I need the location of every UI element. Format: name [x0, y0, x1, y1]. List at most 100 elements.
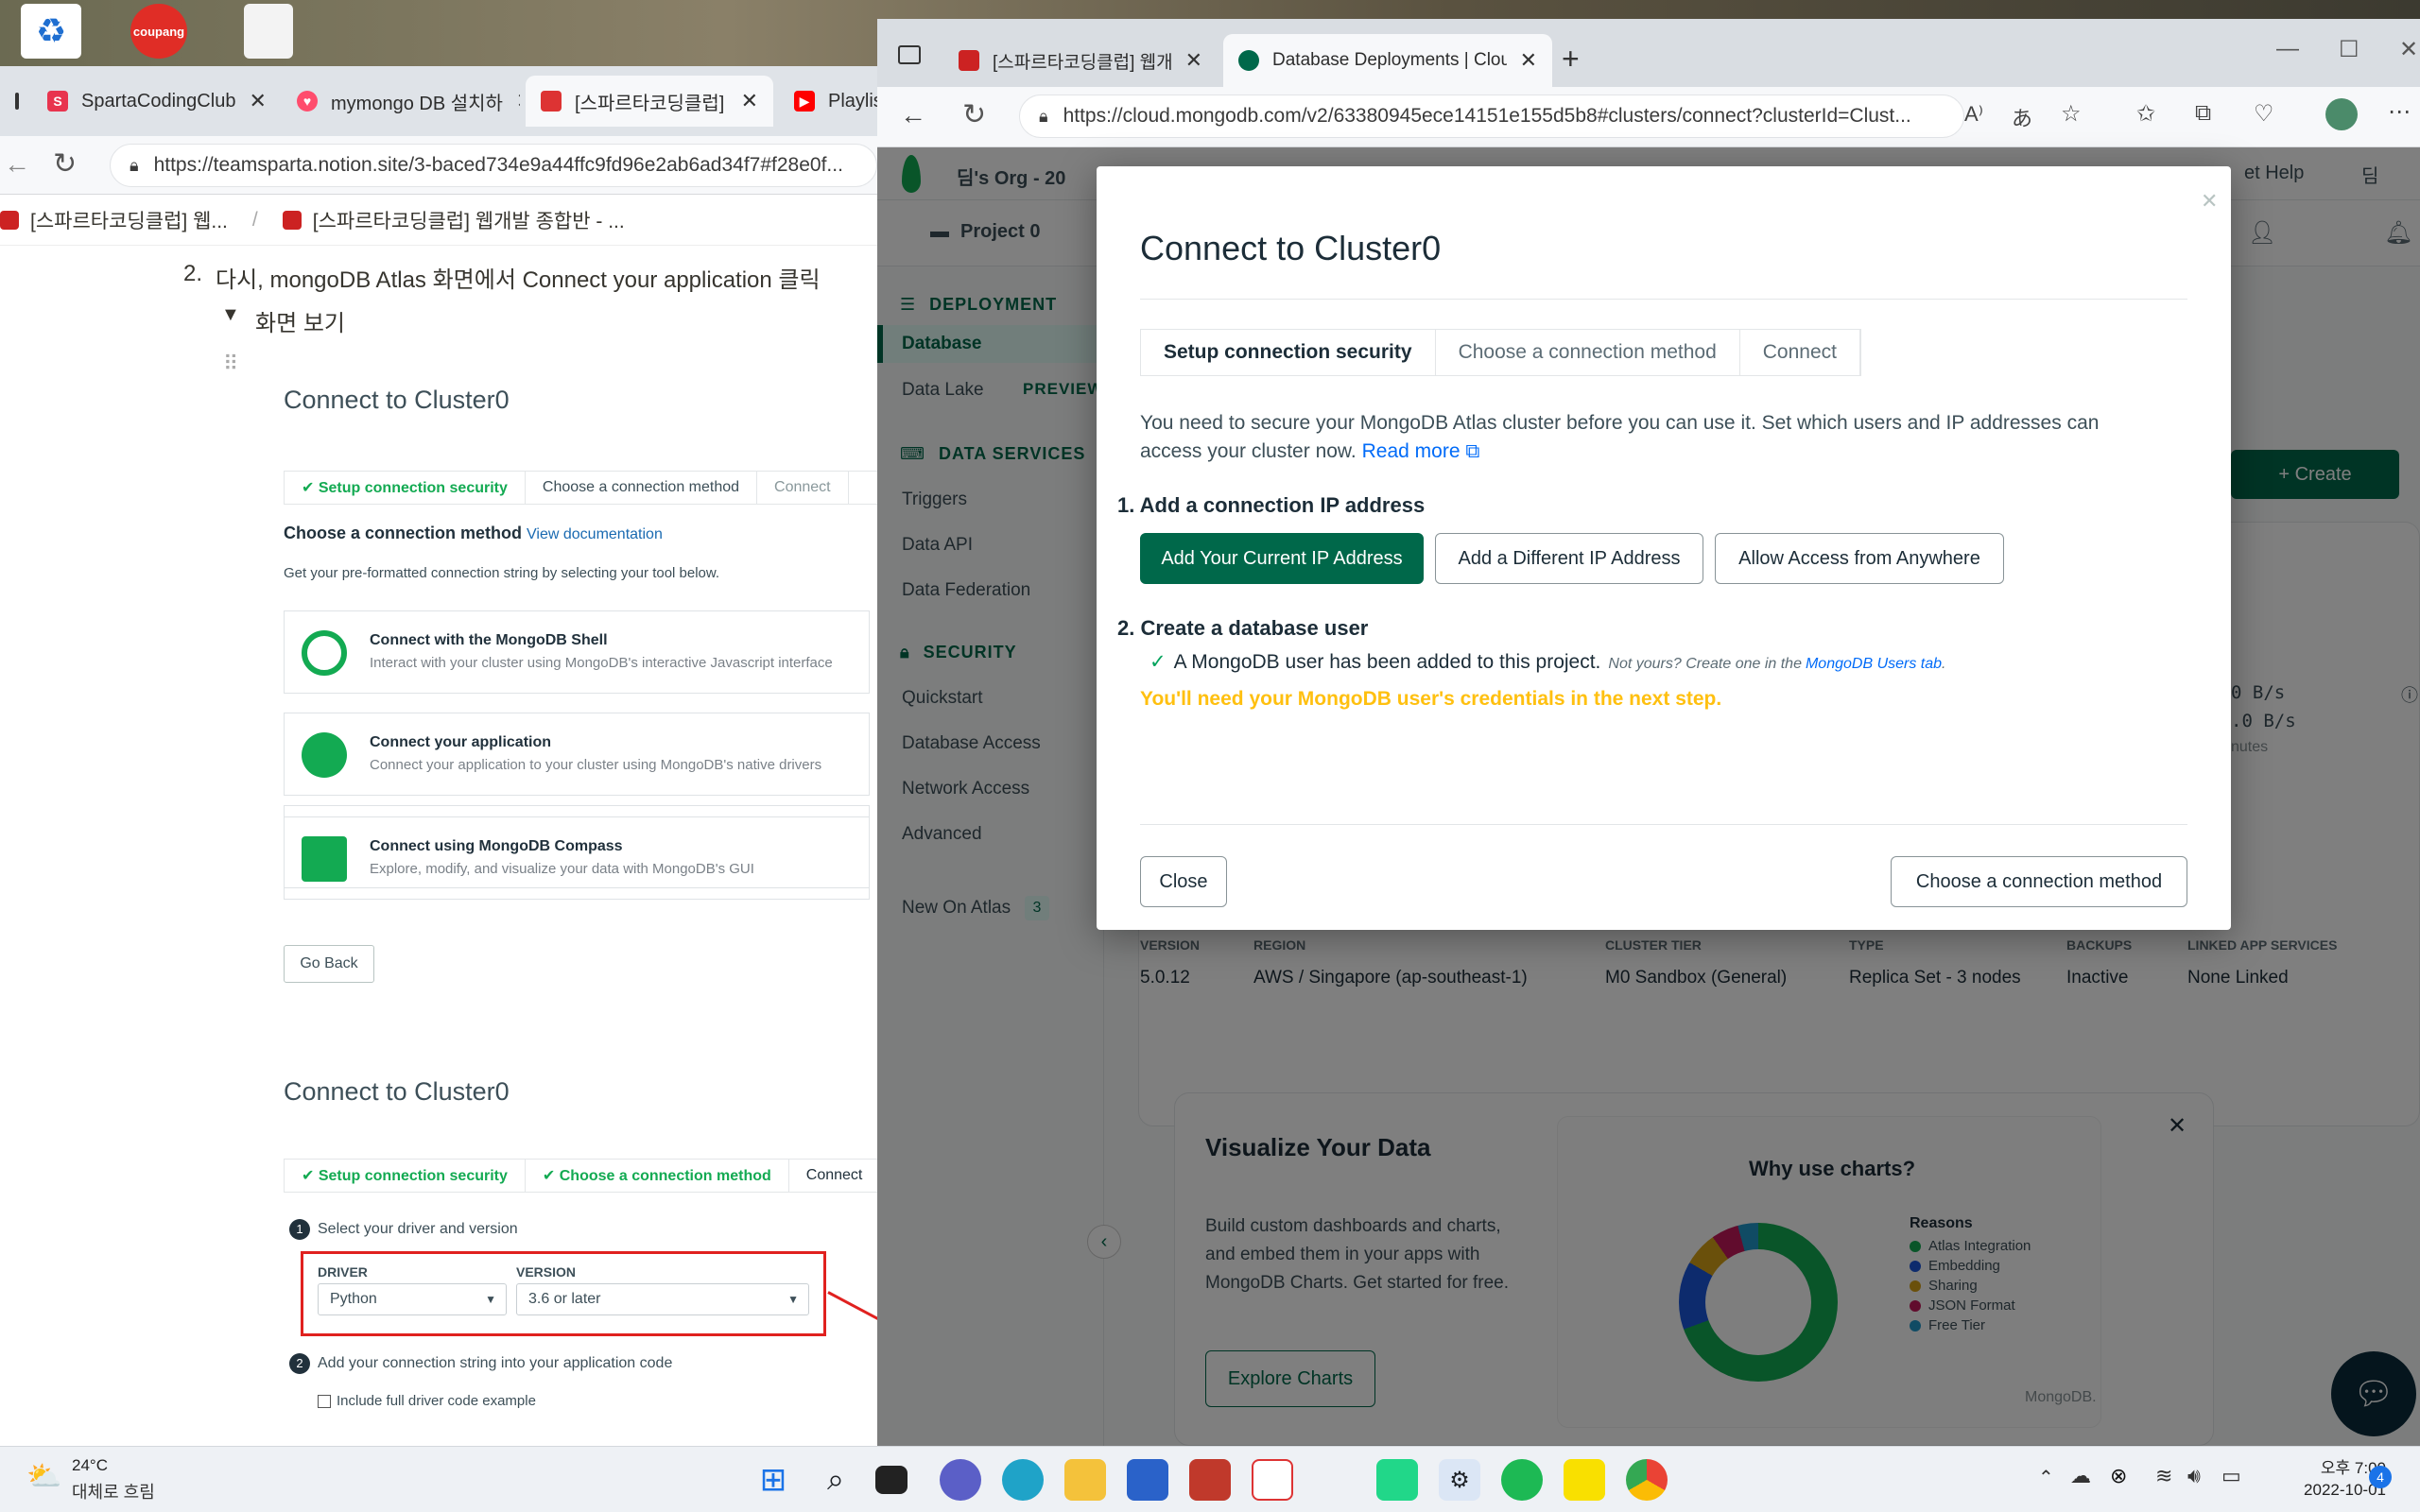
address-bar[interactable]: 🔒︎ https://teamsparta.notion.site/3-bace…: [110, 144, 877, 187]
address-bar[interactable]: 🔒︎ https://cloud.mongodb.com/v2/63380945…: [1019, 94, 1964, 138]
choose-connection-method-button[interactable]: Choose a connection method: [1891, 856, 2187, 907]
refresh-icon[interactable]: ↻: [962, 98, 986, 131]
favorites-icon[interactable]: ✩: [2136, 100, 2155, 128]
battery-icon[interactable]: ▭: [2221, 1464, 2241, 1488]
task-view-icon[interactable]: [875, 1466, 908, 1494]
version-select[interactable]: 3.6 or later ▼: [516, 1283, 809, 1315]
checkmark-icon: ✓: [1150, 651, 1167, 673]
tab-youtube-playlist[interactable]: ▶ Playlis: [779, 76, 877, 127]
modal-steps: Setup connection security Choose a conne…: [1140, 329, 1861, 376]
refresh-icon[interactable]: ↻: [53, 147, 77, 180]
user-added-text: A MongoDB user has been added to this pr…: [1173, 651, 1601, 673]
tab-mymongo[interactable]: ♥ mymongo DB 설치하 ✕: [282, 76, 520, 127]
tab-sparta-notion[interactable]: [스파르타코딩클럽] 웹개발 종합 ✕: [943, 34, 1218, 87]
start-menu-icon[interactable]: ⊞: [752, 1459, 794, 1501]
add-favorite-icon[interactable]: ☆: [2061, 100, 2082, 128]
app-icon-red[interactable]: [1189, 1459, 1231, 1501]
go-back-button[interactable]: Go Back: [284, 945, 374, 983]
more-menu-icon[interactable]: ⋯: [2388, 98, 2411, 126]
add-different-ip-button[interactable]: Add a Different IP Address: [1435, 533, 1703, 584]
tab-actions-icon[interactable]: [0, 76, 30, 127]
notification-badge[interactable]: 4: [2369, 1466, 2392, 1488]
close-tab-icon[interactable]: ✕: [741, 89, 758, 113]
card-mongodb-shell[interactable]: Connect with the MongoDB Shell Interact …: [284, 610, 870, 694]
weather-icon[interactable]: ⛅: [26, 1460, 61, 1493]
translate-icon[interactable]: あ: [2012, 102, 2032, 132]
close-tab-icon[interactable]: ✕: [1185, 48, 1202, 73]
shot-step: ✔ Setup connection security: [285, 1160, 526, 1192]
close-button[interactable]: Close: [1140, 856, 1227, 907]
toggle-triangle-icon[interactable]: ▼: [221, 304, 240, 326]
wifi-icon[interactable]: ≋: [2155, 1464, 2172, 1488]
back-arrow-icon[interactable]: ←: [4, 149, 30, 180]
include-full-checkbox[interactable]: [318, 1395, 331, 1408]
card-mongodb-compass[interactable]: Connect using MongoDB Compass Explore, m…: [284, 816, 870, 900]
velog-favicon-icon: ♥: [297, 91, 318, 112]
clock-date[interactable]: 2022-10-01: [2267, 1481, 2386, 1500]
microsoft-store-icon[interactable]: [1127, 1459, 1168, 1501]
edge-icon[interactable]: [1002, 1459, 1044, 1501]
annotation-arrow: [827, 1291, 877, 1320]
coupang-icon[interactable]: coupang: [130, 4, 187, 59]
collections-icon[interactable]: ⧉: [2195, 100, 2211, 127]
left-tab-bar: S SpartaCodingClub ✕ ♥ mymongo DB 설치하 ✕ …: [0, 66, 877, 136]
card-desc: Interact with your cluster using MongoDB…: [370, 655, 833, 671]
search-icon[interactable]: ⌕: [815, 1459, 856, 1501]
close-tab-icon[interactable]: ✕: [516, 89, 520, 113]
minimize-icon[interactable]: —: [2276, 36, 2299, 62]
chevron-up-icon[interactable]: ⌃: [2038, 1466, 2054, 1489]
settings-gear-icon[interactable]: ⚙: [1439, 1459, 1480, 1501]
url-text: https://cloud.mongodb.com/v2/63380945ece…: [1063, 105, 1911, 127]
kakaotalk-icon[interactable]: [1564, 1459, 1605, 1501]
tab-label: SpartaCodingClub: [81, 90, 236, 112]
add-current-ip-button[interactable]: Add Your Current IP Address: [1140, 533, 1424, 584]
tab-database-deployments[interactable]: Database Deployments | Cloud: I ✕: [1223, 34, 1552, 87]
card-title: Connect with the MongoDB Shell: [370, 632, 608, 648]
close-icon[interactable]: ✕: [2201, 189, 2218, 214]
weather-temp[interactable]: 24°C: [72, 1456, 108, 1475]
tab-sparta-notion[interactable]: [스파르타코딩클럽] ✕: [526, 76, 773, 127]
back-arrow-icon[interactable]: ←: [900, 100, 926, 130]
new-tab-icon[interactable]: +: [1562, 42, 1580, 77]
tab-label: [스파르타코딩클럽]: [575, 93, 725, 114]
method-heading-text: Choose a connection method: [284, 524, 523, 542]
drag-handle-icon[interactable]: ⠿: [223, 352, 238, 376]
sync-app-icon[interactable]: [1252, 1459, 1293, 1501]
tab-spartacodingclub[interactable]: S SpartaCodingClub ✕: [32, 76, 276, 127]
volume-icon[interactable]: 🔊︎: [2187, 1464, 2201, 1488]
left-browser-window: S SpartaCodingClub ✕ ♥ mymongo DB 설치하 ✕ …: [0, 66, 877, 1446]
tab-actions-icon[interactable]: [898, 45, 921, 64]
read-more-link[interactable]: Read more: [1362, 440, 1461, 462]
weather-desc[interactable]: 대체로 흐림: [72, 1479, 155, 1503]
document-icon[interactable]: [244, 4, 293, 59]
onedrive-icon[interactable]: ☁: [2070, 1464, 2091, 1488]
teams-chat-icon[interactable]: [940, 1459, 981, 1501]
breadcrumb-item[interactable]: [스파르타코딩클럽] 웹...: [30, 206, 228, 234]
file-explorer-icon[interactable]: [1064, 1459, 1106, 1501]
card-connect-application[interactable]: Connect your application Connect your ap…: [284, 713, 870, 796]
modal-intro-line2: access your cluster now. Read more ⧉: [1140, 440, 1479, 463]
close-tab-icon[interactable]: ✕: [249, 89, 266, 113]
driver-select[interactable]: Python ▼: [318, 1283, 507, 1315]
maximize-icon[interactable]: ☐: [2339, 36, 2360, 63]
read-aloud-icon[interactable]: A⁾: [1964, 102, 1983, 127]
sparta-favicon-icon: S: [47, 91, 68, 112]
recycle-bin-icon[interactable]: ♻: [21, 4, 81, 59]
toggle-label[interactable]: 화면 보기: [255, 304, 345, 337]
close-window-icon[interactable]: ✕: [2399, 36, 2418, 63]
close-circle-icon[interactable]: ⊗: [2110, 1464, 2127, 1488]
chrome-icon[interactable]: [1626, 1459, 1668, 1501]
allow-anywhere-button[interactable]: Allow Access from Anywhere: [1715, 533, 2004, 584]
users-tab-link[interactable]: MongoDB Users tab: [1806, 656, 1942, 673]
credentials-warning: You'll need your MongoDB user's credenti…: [1140, 688, 1722, 710]
not-yours-text: Not yours? Create one in the: [1608, 656, 1802, 672]
modal-step: Choose a connection method: [1436, 330, 1740, 375]
view-docs-link[interactable]: View documentation: [527, 526, 663, 542]
profile-avatar[interactable]: [2325, 98, 2358, 130]
browser-essentials-icon[interactable]: ♡: [2254, 100, 2274, 128]
close-tab-icon[interactable]: ✕: [1520, 48, 1537, 73]
youtube-favicon-icon: ▶: [794, 91, 815, 112]
breadcrumb-item[interactable]: [스파르타코딩클럽] 웹개발 종합반 - ...: [313, 206, 625, 234]
pycharm-icon[interactable]: [1376, 1459, 1418, 1501]
spotify-icon[interactable]: [1501, 1459, 1543, 1501]
